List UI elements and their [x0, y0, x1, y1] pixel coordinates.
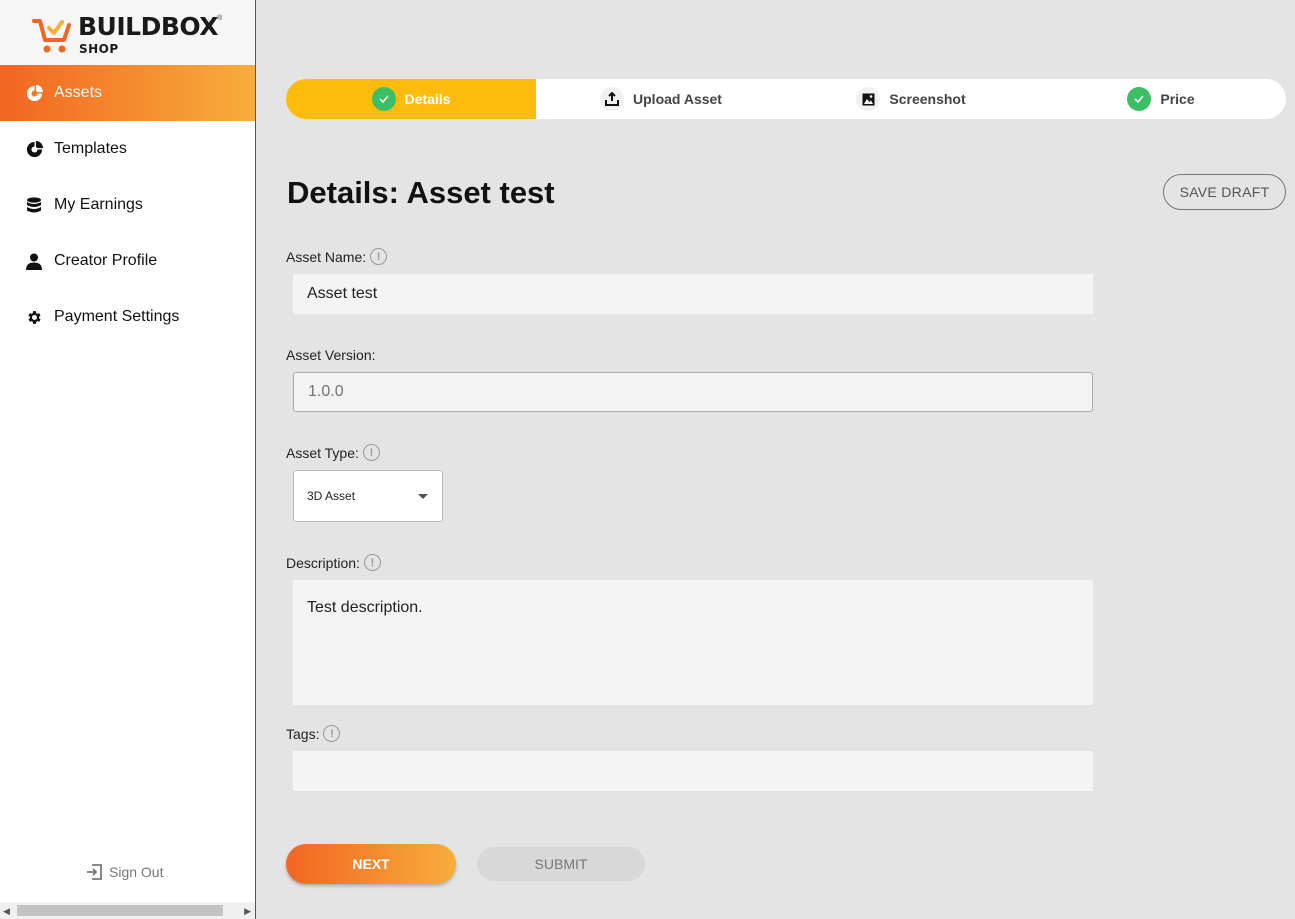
- sign-out-label: Sign Out: [109, 864, 164, 880]
- sidebar-item-label: Creator Profile: [54, 252, 158, 269]
- dropdown-caret-icon: [418, 494, 428, 499]
- step-screenshot[interactable]: Screenshot: [786, 79, 1036, 119]
- step-label: Price: [1160, 91, 1195, 107]
- sidebar-item-label: Payment Settings: [54, 308, 180, 325]
- brand-sub: SHOP: [79, 42, 119, 56]
- scrollbar-thumb[interactable]: [17, 905, 223, 916]
- step-label: Screenshot: [889, 91, 966, 107]
- gear-icon: [25, 308, 43, 326]
- scroll-right-arrow-icon[interactable]: ▶: [244, 906, 251, 917]
- sidebar-item-creator-profile[interactable]: Creator Profile: [0, 233, 255, 289]
- sign-out-icon: [87, 864, 102, 880]
- user-icon: [25, 252, 43, 270]
- sidebar-item-payment-settings[interactable]: Payment Settings: [0, 289, 255, 345]
- label-text: Asset Name:: [286, 248, 367, 265]
- check-icon: [1127, 87, 1152, 111]
- progress-stepper: Details Upload Asset Screenshot Price: [286, 79, 1286, 119]
- asset-type-value: 3D Asset: [307, 489, 356, 503]
- save-draft-button[interactable]: SAVE DRAFT: [1163, 174, 1286, 210]
- pie-chart-icon: [25, 84, 43, 102]
- database-icon: [25, 196, 43, 214]
- step-label: Details: [404, 91, 451, 107]
- tags-label: Tags: !: [286, 725, 341, 742]
- label-text: Asset Type:: [286, 444, 359, 461]
- pie-chart-icon: [25, 140, 43, 158]
- label-text: Asset Version:: [286, 347, 376, 363]
- upload-icon: [600, 87, 625, 111]
- description-label: Description: !: [286, 554, 381, 571]
- label-text: Description:: [286, 554, 360, 571]
- cart-logo-icon: [32, 19, 71, 53]
- description-textarea[interactable]: Test description.: [293, 580, 1093, 705]
- scroll-left-arrow-icon[interactable]: ◀: [3, 906, 10, 917]
- sidebar: BUILDBOX ® SHOP Assets Templates My Earn…: [0, 0, 256, 919]
- sidebar-item-label: Templates: [54, 140, 127, 157]
- tags-input[interactable]: [293, 751, 1093, 791]
- asset-name-label: Asset Name: !: [286, 248, 388, 265]
- brand-logo[interactable]: BUILDBOX ® SHOP: [0, 0, 255, 65]
- brand-name: BUILDBOX: [78, 12, 219, 41]
- trademark-mark: ®: [217, 15, 223, 22]
- page-title: Details: Asset test: [287, 175, 555, 210]
- sidebar-item-assets[interactable]: Assets: [0, 65, 255, 121]
- sign-out-link[interactable]: Sign Out: [86, 864, 163, 880]
- asset-version-label: Asset Version:: [286, 347, 376, 363]
- sidebar-item-templates[interactable]: Templates: [0, 121, 255, 177]
- next-button[interactable]: NEXT: [286, 844, 456, 884]
- asset-name-input[interactable]: [293, 274, 1093, 314]
- step-label: Upload Asset: [633, 91, 722, 107]
- check-icon: [371, 87, 396, 111]
- asset-type-label: Asset Type: !: [286, 444, 380, 461]
- submit-button[interactable]: SUBMIT: [477, 847, 645, 881]
- horizontal-scrollbar[interactable]: ◀ ▶: [0, 902, 255, 919]
- step-price[interactable]: Price: [1036, 79, 1286, 119]
- step-upload-asset[interactable]: Upload Asset: [536, 79, 786, 119]
- sidebar-item-label: Assets: [54, 84, 103, 101]
- sidebar-item-my-earnings[interactable]: My Earnings: [0, 177, 255, 233]
- label-text: Tags:: [286, 725, 320, 742]
- image-icon: [856, 87, 881, 111]
- asset-version-input[interactable]: [293, 372, 1093, 412]
- step-details[interactable]: Details: [286, 79, 536, 119]
- sidebar-item-label: My Earnings: [54, 196, 143, 213]
- asset-type-select[interactable]: 3D Asset: [293, 470, 443, 522]
- info-icon[interactable]: !: [363, 554, 381, 571]
- info-icon[interactable]: !: [323, 725, 341, 742]
- info-icon[interactable]: !: [370, 248, 388, 265]
- info-icon[interactable]: !: [362, 444, 380, 461]
